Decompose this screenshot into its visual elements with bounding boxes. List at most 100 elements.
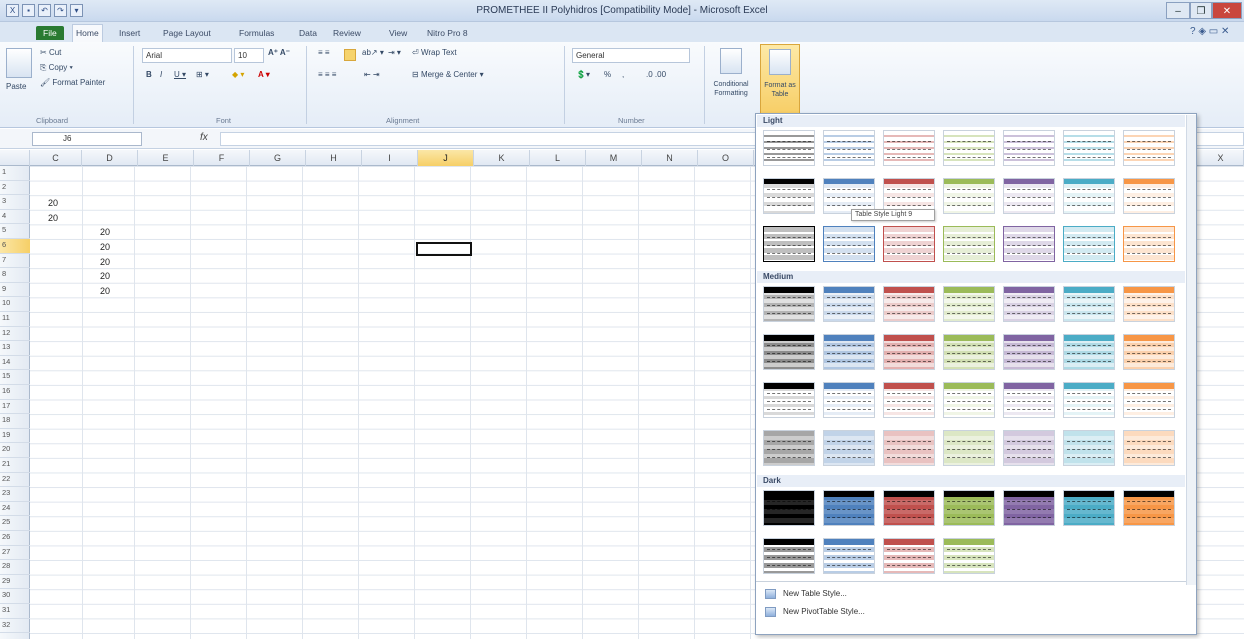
new-pivot-style-item[interactable]: New PivotTable Style... [757,604,1185,620]
help-icon[interactable]: ? ◈ ▭ ✕ [1190,26,1229,37]
table-style-swatch[interactable] [763,430,815,466]
tab-home[interactable]: Home [72,24,103,42]
table-style-swatch[interactable] [763,538,815,574]
row-header[interactable]: 17 [0,400,30,415]
indent-icon[interactable]: ⇥ ▾ [388,48,401,57]
table-style-swatch[interactable] [823,430,875,466]
tab-page-layout[interactable]: Page Layout [160,26,214,40]
cell-value[interactable]: 20 [48,212,58,224]
decimal-icon[interactable]: .0 .00 [646,70,666,79]
row-header[interactable]: 8 [0,268,30,283]
row-header[interactable]: 11 [0,312,30,327]
table-style-swatch[interactable] [883,490,935,526]
row-header[interactable]: 1 [0,166,30,181]
col-header[interactable]: L [530,150,586,166]
align-left-icon[interactable]: ≡ ≡ ≡ [318,70,336,79]
row-header[interactable]: 16 [0,385,30,400]
conditional-formatting-button[interactable]: Conditional Formatting [708,80,754,98]
table-style-swatch[interactable] [763,382,815,418]
name-box[interactable]: J6 [32,132,142,146]
table-style-swatch[interactable] [943,130,995,166]
table-style-swatch[interactable] [1063,178,1115,214]
align-top-icon[interactable]: ≡ ≡ [318,48,330,57]
col-header[interactable]: H [306,150,362,166]
col-header[interactable]: C [30,150,82,166]
close-button[interactable]: ✕ [1212,2,1242,19]
row-header[interactable]: 15 [0,370,30,385]
table-style-swatch[interactable] [1123,430,1175,466]
table-style-swatch[interactable] [823,382,875,418]
decrease-indent-icon[interactable]: ⇤ ⇥ [364,70,380,79]
table-style-swatch[interactable] [1123,130,1175,166]
row-header[interactable]: 30 [0,589,30,604]
table-style-swatch[interactable] [883,538,935,574]
wrap-text-button[interactable]: ⏎ Wrap Text [412,48,457,57]
row-header[interactable]: 2 [0,181,30,196]
col-header-selected[interactable]: J [418,150,474,166]
row-header[interactable]: 13 [0,341,30,356]
underline-button[interactable]: U ▾ [174,70,186,79]
table-style-swatch[interactable] [1123,334,1175,370]
bold-button[interactable]: B [146,70,152,79]
active-cell[interactable] [416,242,472,256]
col-header[interactable]: K [474,150,530,166]
col-header[interactable]: E [138,150,194,166]
select-all-corner[interactable] [0,150,30,166]
row-header[interactable]: 3 [0,195,30,210]
gallery-scrollbar[interactable] [1186,115,1196,585]
table-style-swatch[interactable] [763,286,815,322]
paste-button[interactable]: Paste [6,82,26,91]
table-style-swatch[interactable] [943,286,995,322]
table-style-swatch[interactable] [1063,382,1115,418]
table-style-swatch[interactable] [943,226,995,262]
row-header[interactable]: 19 [0,429,30,444]
table-style-swatch[interactable] [1003,490,1055,526]
tab-nitro[interactable]: Nitro Pro 8 [424,26,471,40]
row-header[interactable]: 9 [0,283,30,298]
row-header[interactable]: 20 [0,443,30,458]
table-style-swatch[interactable] [763,130,815,166]
table-style-swatch[interactable] [943,430,995,466]
cell-value[interactable]: 20 [100,256,110,268]
table-style-swatch[interactable] [1063,226,1115,262]
table-style-swatch[interactable] [1063,130,1115,166]
tab-review[interactable]: Review [330,26,364,40]
percent-button[interactable]: % [604,70,611,79]
table-style-swatch[interactable] [823,490,875,526]
font-name-box[interactable]: Arial [142,48,232,63]
row-header[interactable]: 14 [0,356,30,371]
table-style-swatch[interactable] [883,130,935,166]
cell-value[interactable]: 20 [100,226,110,238]
table-style-swatch[interactable] [1123,226,1175,262]
restore-button[interactable]: ❐ [1190,2,1212,19]
row-header[interactable]: 32 [0,619,30,634]
row-header[interactable]: 10 [0,297,30,312]
merge-center-button[interactable]: ⊟ Merge & Center ▾ [412,70,484,79]
col-header[interactable]: X [1198,150,1244,166]
table-style-swatch[interactable] [1063,334,1115,370]
comma-button[interactable]: , [622,70,624,79]
table-style-swatch[interactable] [1003,430,1055,466]
row-header[interactable]: 26 [0,531,30,546]
table-style-swatch[interactable] [1003,178,1055,214]
conditional-formatting-icon[interactable] [720,48,742,74]
font-color-icon[interactable]: A ▾ [258,70,270,79]
row-header[interactable]: 4 [0,210,30,225]
cell-value[interactable]: 20 [48,197,58,209]
row-header[interactable]: 25 [0,516,30,531]
col-header[interactable]: D [82,150,138,166]
table-style-swatch[interactable] [1123,286,1175,322]
minimize-button[interactable]: – [1166,2,1190,19]
table-style-swatch[interactable] [883,226,935,262]
new-table-style-item[interactable]: New Table Style... [757,586,1185,602]
cell-value[interactable]: 20 [100,270,110,282]
table-style-swatch[interactable] [763,334,815,370]
tab-formulas[interactable]: Formulas [236,26,277,40]
tab-file[interactable]: File [36,26,64,40]
table-style-swatch[interactable] [823,226,875,262]
table-style-swatch[interactable] [883,382,935,418]
row-header[interactable]: 22 [0,473,30,488]
row-header[interactable]: 24 [0,502,30,517]
italic-button[interactable]: I [160,70,162,79]
table-style-swatch[interactable] [763,226,815,262]
